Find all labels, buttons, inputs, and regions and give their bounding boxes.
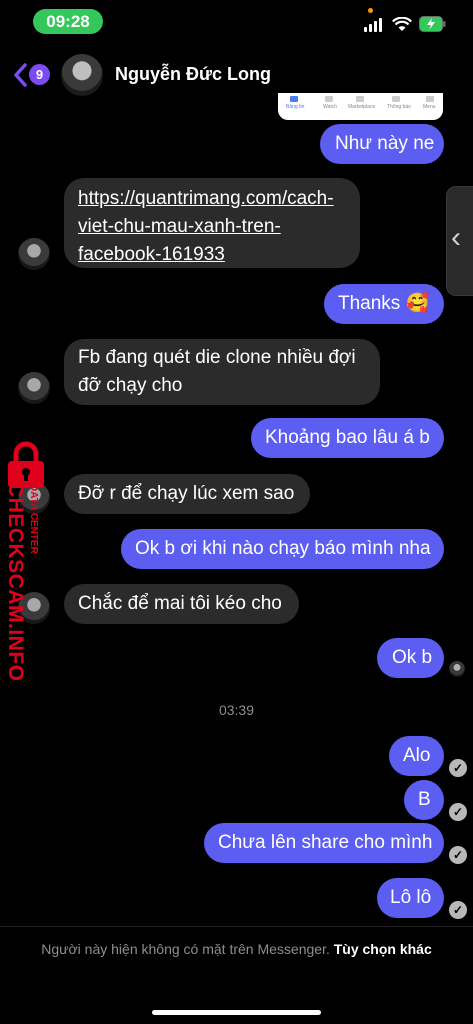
message-text: B xyxy=(418,789,431,810)
wifi-icon xyxy=(392,17,412,31)
watermark-subtext: DATA CENTER xyxy=(28,484,39,554)
message-text: Đỡ r để chạy lúc xem sao xyxy=(78,483,295,504)
message-text: Như này ne xyxy=(335,133,435,154)
watermark-text: CHECKSCAM.INFO xyxy=(4,482,27,682)
contact-avatar[interactable] xyxy=(61,54,103,96)
home-indicator[interactable] xyxy=(152,1010,321,1015)
message-incoming[interactable]: Đỡ r để chạy lúc xem sao xyxy=(64,474,310,514)
message-line: Fb đang quét die clone nhiều đợi xyxy=(78,347,356,368)
footer-divider xyxy=(0,926,473,927)
message-line: viet-chu-mau-xanh-tren- xyxy=(78,216,281,237)
read-receipt-avatar xyxy=(449,661,465,677)
signal-icon xyxy=(364,18,384,32)
chevron-left-icon: ‹ xyxy=(451,221,461,254)
notice-text: Người này hiện không có mặt trên Messeng… xyxy=(41,941,334,957)
message-text: Chưa lên share cho mình xyxy=(218,832,433,853)
message-outgoing[interactable]: Ok b xyxy=(377,638,444,678)
delivered-check-icon: ✓ xyxy=(449,846,467,864)
sender-avatar xyxy=(18,372,50,404)
message-outgoing[interactable]: Như này ne xyxy=(320,124,444,164)
message-incoming[interactable]: Chắc để mai tôi kéo cho xyxy=(64,584,299,624)
delivered-check-icon: ✓ xyxy=(449,759,467,777)
unread-count-badge[interactable]: 9 xyxy=(29,64,50,85)
delivered-check-icon: ✓ xyxy=(449,901,467,919)
message-text: Ok b xyxy=(392,647,433,668)
message-outgoing[interactable]: Alo xyxy=(389,736,444,776)
message-text: Alo xyxy=(403,745,431,766)
message-incoming[interactable]: Fb đang quét die clone nhiều đợi đỡ chạy… xyxy=(64,339,380,405)
preview-tab: Watch xyxy=(323,104,337,110)
unavailable-notice: Người này hiện không có mặt trên Messeng… xyxy=(30,938,443,960)
conversation-timestamp: 03:39 xyxy=(218,702,255,718)
shared-screenshot-thumbnail[interactable]: Bảng tin Watch Marketplace Thông báo Men… xyxy=(278,93,443,120)
back-chevron-icon[interactable] xyxy=(12,63,28,87)
preview-tab: Bảng tin xyxy=(286,104,305,110)
message-outgoing[interactable]: Thanks 🥰 xyxy=(324,284,444,324)
preview-tab: Marketplace xyxy=(348,104,376,110)
side-panel-handle[interactable]: ‹ xyxy=(446,186,473,296)
message-line: https://quantrimang.com/cach- xyxy=(78,188,334,209)
mic-indicator-dot xyxy=(368,8,373,13)
message-line: facebook-161933 xyxy=(78,244,225,265)
message-outgoing[interactable]: Ok b ơi khi nào chạy báo mình nha xyxy=(121,529,444,569)
sender-avatar xyxy=(18,238,50,270)
message-outgoing[interactable]: B xyxy=(404,780,444,820)
preview-tab: Menu xyxy=(423,104,436,110)
more-options-link[interactable]: Tùy chọn khác xyxy=(334,941,432,957)
preview-tab: Thông báo xyxy=(387,104,411,110)
battery-charging-icon xyxy=(419,16,446,32)
message-text: Chắc để mai tôi kéo cho xyxy=(78,593,282,614)
message-outgoing[interactable]: Khoảng bao lâu á b xyxy=(251,418,444,458)
contact-name[interactable]: Nguyễn Đức Long xyxy=(115,64,271,85)
delivered-check-icon: ✓ xyxy=(449,803,467,821)
message-text: Ok b ơi khi nào chạy báo mình nha xyxy=(135,538,431,559)
message-incoming-link[interactable]: https://quantrimang.com/cach- viet-chu-m… xyxy=(64,178,360,268)
message-text: Khoảng bao lâu á b xyxy=(265,427,430,448)
message-text: Lô lô xyxy=(390,887,432,908)
message-outgoing[interactable]: Lô lô xyxy=(377,878,444,918)
message-text: Thanks 🥰 xyxy=(338,293,430,314)
message-outgoing[interactable]: Chưa lên share cho mình xyxy=(204,823,444,863)
status-time: 09:28 xyxy=(33,9,103,34)
message-line: đỡ chạy cho xyxy=(78,375,183,396)
